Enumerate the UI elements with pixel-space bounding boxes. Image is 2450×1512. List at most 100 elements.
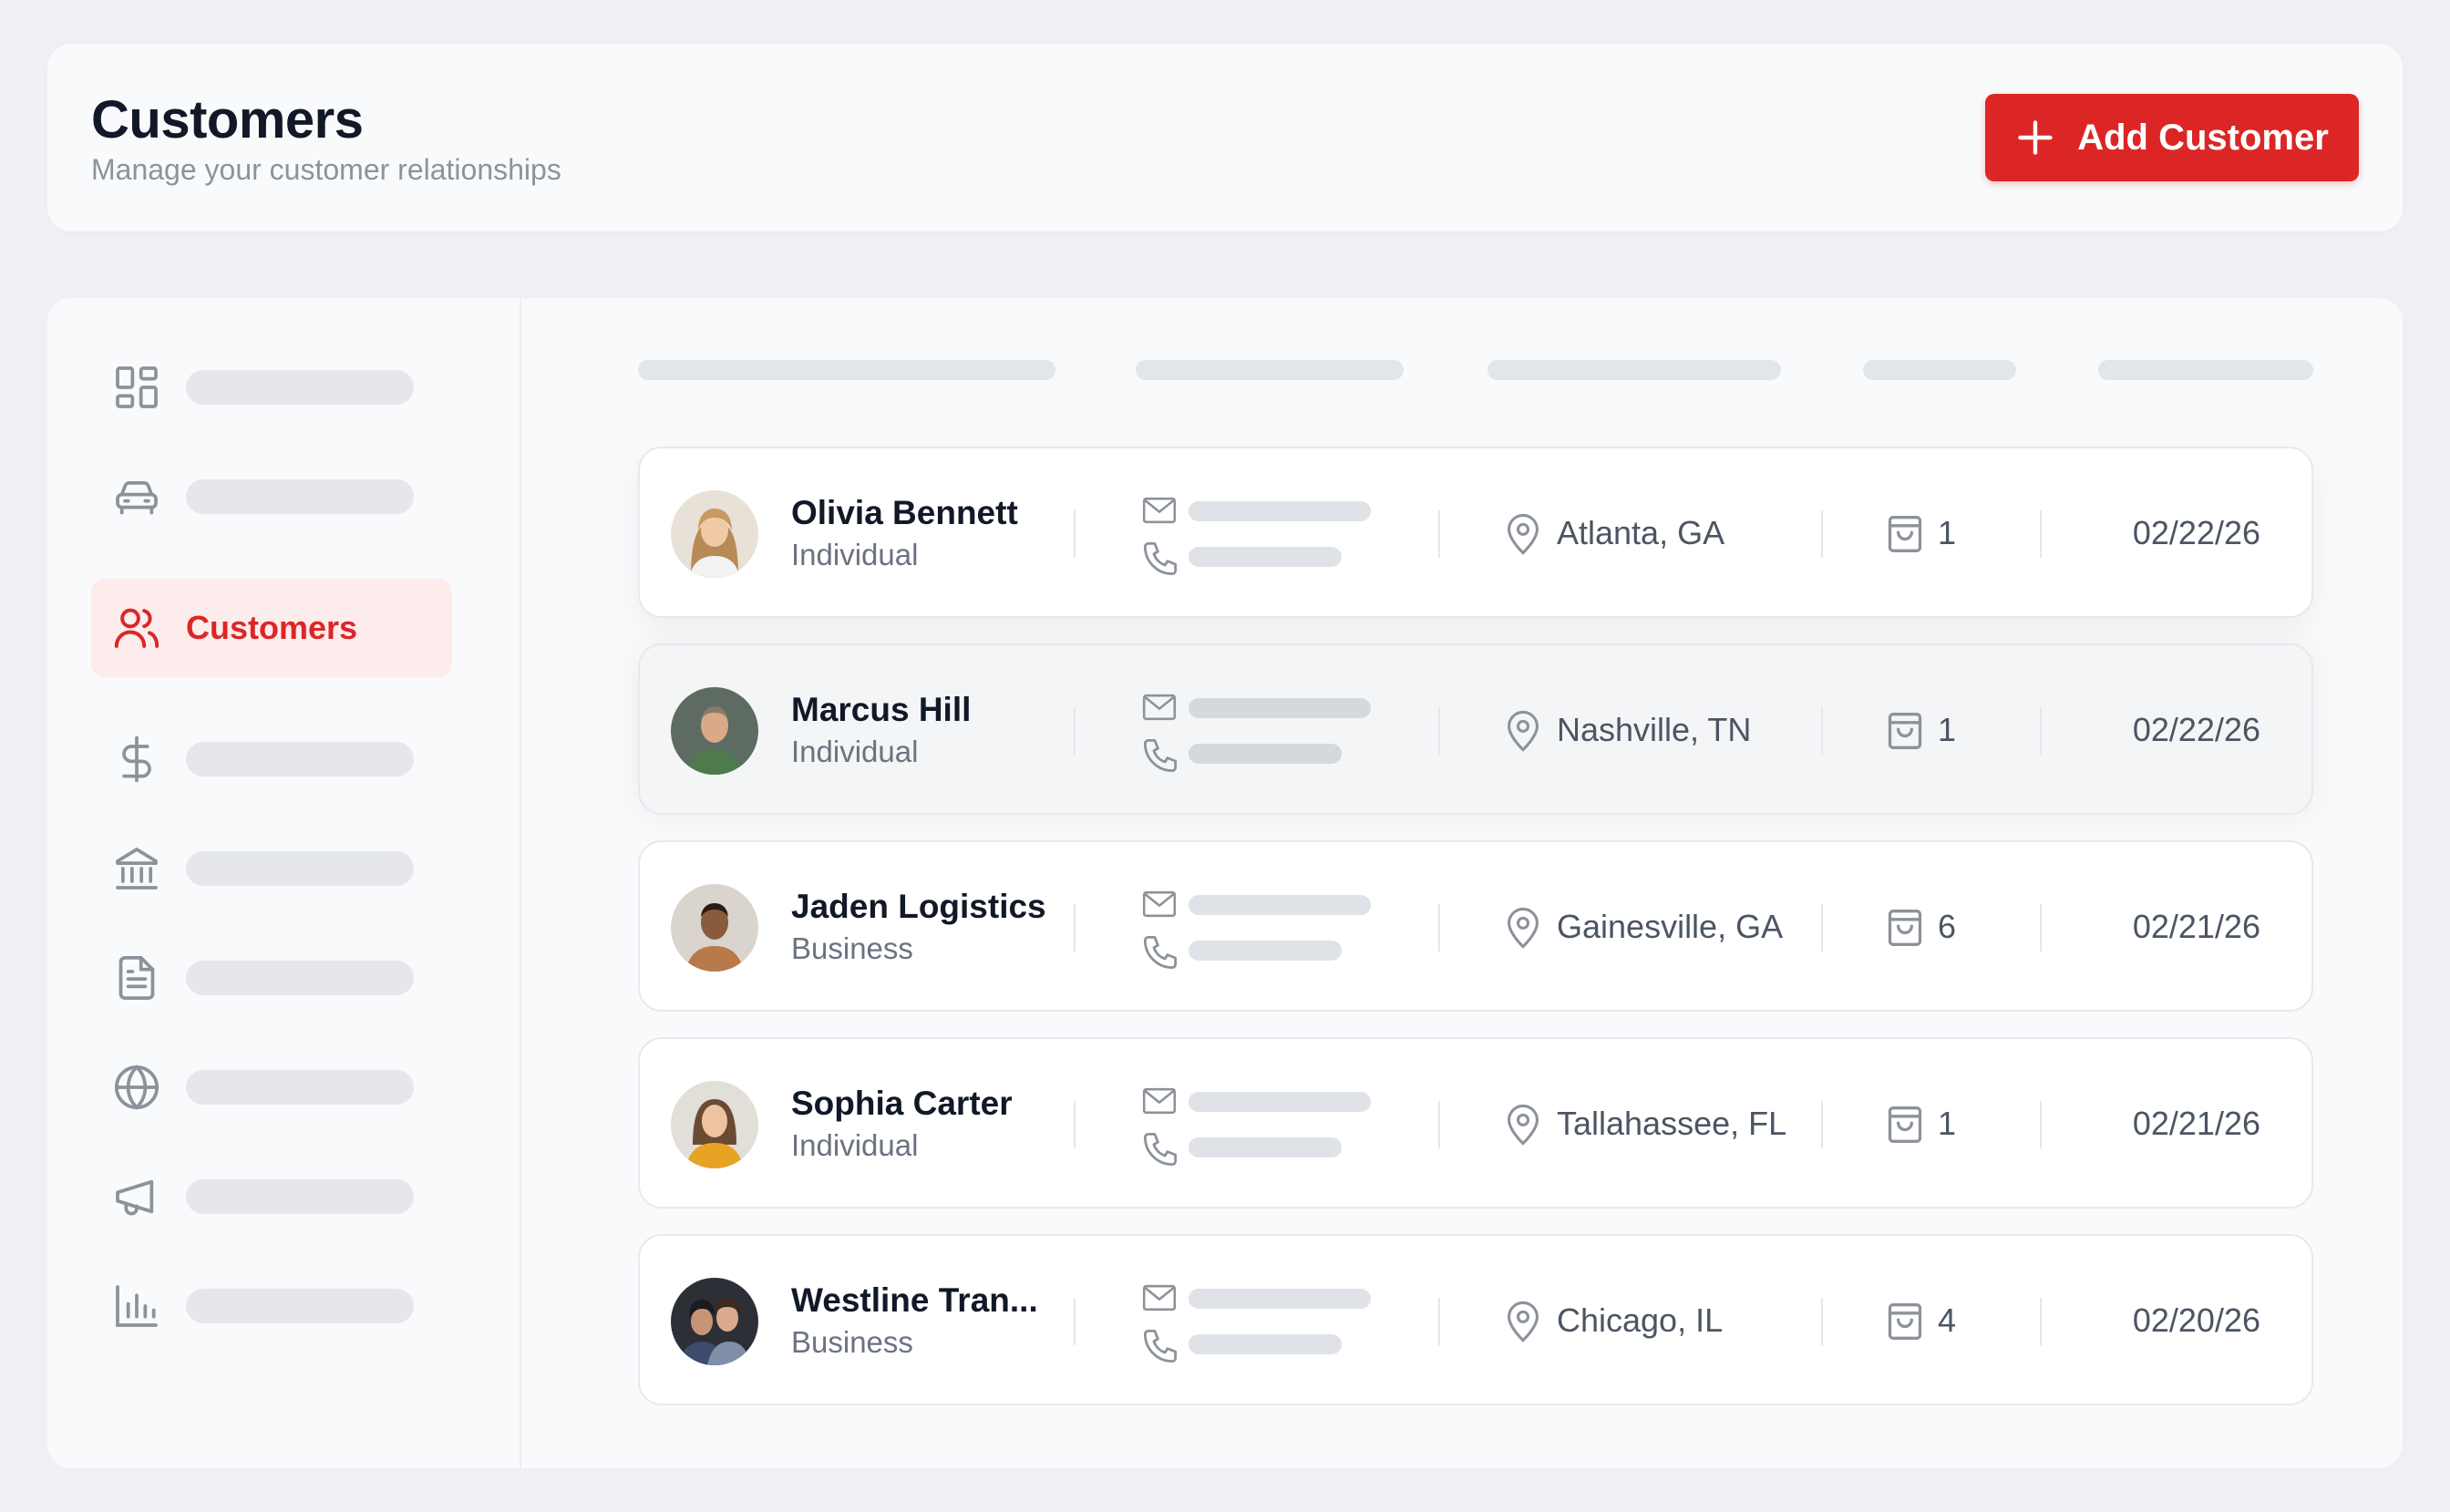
column-header-date[interactable] [2098, 360, 2313, 380]
car-icon [111, 471, 162, 522]
add-customer-label: Add Customer [2077, 117, 2329, 158]
customer-location: Nashville, TN [1557, 711, 1752, 748]
customer-name[interactable]: Marcus Hill [791, 691, 971, 729]
column-divider [1074, 904, 1076, 951]
sidebar-item-customers[interactable]: Customers [91, 579, 452, 677]
column-divider [1074, 510, 1076, 558]
customer-date: 02/22/26 [2132, 514, 2260, 551]
customer-name[interactable]: Westline Tran... [791, 1281, 1038, 1320]
sidebar-item-vehicles[interactable] [91, 447, 452, 546]
column-divider [2040, 1101, 2042, 1148]
column-divider [1438, 1101, 1440, 1148]
customer-type: Business [791, 931, 913, 965]
email-placeholder [1189, 1289, 1371, 1309]
sidebar-item-documents[interactable] [91, 929, 452, 1027]
phone-icon[interactable] [1141, 736, 1179, 775]
customer-name[interactable]: Jaden Logistics [791, 888, 1046, 926]
location-pin-icon [1508, 513, 1539, 555]
mail-icon[interactable] [1141, 693, 1178, 722]
avatar [671, 1081, 758, 1168]
table-row[interactable]: Sophia Carter Individual Tallahassee, FL… [638, 1037, 2313, 1209]
sidebar-item-web[interactable] [91, 1038, 452, 1137]
sidebar-item-label: Customers [186, 609, 358, 646]
avatar [671, 1278, 758, 1365]
add-customer-button[interactable]: Add Customer [1985, 94, 2359, 181]
table-row[interactable]: Westline Tran... Business Chicago, IL 4 … [638, 1234, 2313, 1405]
email-placeholder [1189, 501, 1371, 521]
email-placeholder [1189, 698, 1371, 718]
sidebar-item-placeholder [186, 1289, 414, 1323]
sidebar-item-placeholder [186, 479, 414, 514]
sidebar-item-dashboard[interactable] [91, 338, 452, 437]
sidebar-item-placeholder [186, 961, 414, 995]
column-divider [1438, 1298, 1440, 1345]
megaphone-icon [111, 1171, 162, 1222]
avatar [671, 490, 758, 578]
order-count: 1 [1938, 711, 1957, 748]
phone-icon[interactable] [1141, 1327, 1179, 1365]
customer-type: Business [791, 1325, 913, 1359]
customer-name[interactable]: Sophia Carter [791, 1085, 1013, 1123]
location-pin-icon [1508, 1104, 1539, 1146]
shopping-bag-icon [1888, 1106, 1922, 1143]
sidebar-item-reports[interactable] [91, 1257, 452, 1355]
customer-date: 02/20/26 [2132, 1301, 2260, 1339]
sidebar-item-finance[interactable] [91, 710, 452, 808]
sidebar-item-placeholder [186, 1070, 414, 1105]
bank-icon [111, 843, 162, 894]
column-divider [2040, 510, 2042, 558]
column-divider [1821, 1298, 1823, 1345]
table-row[interactable]: Olivia Bennett Individual Atlanta, GA 1 … [638, 447, 2313, 618]
shopping-bag-icon [1888, 713, 1922, 749]
column-divider [1074, 1101, 1076, 1148]
bar-chart-icon [111, 1281, 162, 1332]
phone-placeholder [1189, 1334, 1342, 1354]
plus-icon [2018, 120, 2053, 155]
customer-date: 02/21/26 [2132, 908, 2260, 945]
location-pin-icon [1508, 907, 1539, 949]
sidebar-item-banking[interactable] [91, 819, 452, 918]
customer-location: Chicago, IL [1557, 1301, 1724, 1339]
phone-placeholder [1189, 547, 1342, 567]
table-row[interactable]: Marcus Hill Individual Nashville, TN 1 0… [638, 643, 2313, 815]
users-icon [111, 602, 162, 653]
column-divider [1821, 904, 1823, 951]
column-divider [2040, 1298, 2042, 1345]
page-subtitle: Manage your customer relationships [91, 153, 561, 186]
order-count: 1 [1938, 1105, 1957, 1142]
globe-icon [111, 1062, 162, 1113]
column-divider [1821, 510, 1823, 558]
column-header-orders[interactable] [1863, 360, 2016, 380]
column-divider [2040, 707, 2042, 755]
dollar-icon [111, 734, 162, 785]
customer-type: Individual [791, 735, 919, 768]
page-header: Customers Manage your customer relations… [47, 44, 2403, 231]
avatar [671, 884, 758, 972]
column-header-location[interactable] [1488, 360, 1781, 380]
mail-icon[interactable] [1141, 890, 1178, 919]
order-count: 1 [1938, 514, 1957, 551]
mail-icon[interactable] [1141, 1283, 1178, 1312]
sidebar-item-placeholder [186, 742, 414, 777]
table-row[interactable]: Jaden Logistics Business Gainesville, GA… [638, 840, 2313, 1012]
customer-date: 02/22/26 [2132, 711, 2260, 748]
column-header-contact[interactable] [1136, 360, 1404, 380]
customer-name[interactable]: Olivia Bennett [791, 494, 1018, 532]
mail-icon[interactable] [1141, 496, 1178, 525]
sidebar-item-placeholder [186, 1179, 414, 1214]
column-divider [1821, 707, 1823, 755]
phone-icon[interactable] [1141, 933, 1179, 972]
column-divider [1074, 707, 1076, 755]
column-divider [2040, 904, 2042, 951]
shopping-bag-icon [1888, 910, 1922, 946]
customer-type: Individual [791, 1128, 919, 1162]
mail-icon[interactable] [1141, 1086, 1178, 1116]
location-pin-icon [1508, 1301, 1539, 1342]
phone-icon[interactable] [1141, 1130, 1179, 1168]
phone-icon[interactable] [1141, 540, 1179, 578]
column-divider [1438, 707, 1440, 755]
sidebar-item-marketing[interactable] [91, 1147, 452, 1246]
column-header-name[interactable] [638, 360, 1055, 380]
email-placeholder [1189, 895, 1371, 915]
document-icon [111, 952, 162, 1003]
